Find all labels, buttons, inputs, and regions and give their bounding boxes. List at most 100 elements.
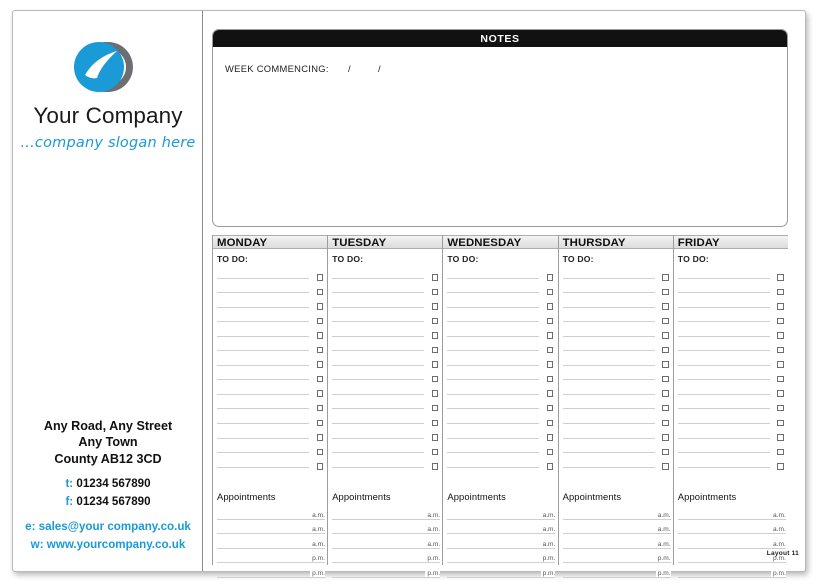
todo-checkbox[interactable]	[777, 303, 784, 310]
todo-checkbox[interactable]	[546, 303, 554, 310]
todo-row[interactable]	[562, 427, 670, 442]
todo-checkbox[interactable]	[431, 274, 439, 281]
todo-checkbox[interactable]	[546, 361, 554, 368]
todo-checkbox[interactable]	[546, 317, 554, 325]
todo-checkbox[interactable]	[546, 288, 554, 296]
appointment-row[interactable]: p.m.	[562, 551, 671, 566]
todo-checkbox[interactable]	[662, 463, 669, 470]
todo-row[interactable]	[562, 383, 670, 398]
appointment-row[interactable]: a.m.	[562, 507, 671, 522]
todo-row[interactable]	[562, 369, 670, 384]
todo-row[interactable]	[447, 456, 554, 471]
todo-checkbox[interactable]	[546, 274, 554, 281]
todo-checkbox[interactable]	[777, 448, 784, 456]
appointment-rows[interactable]: a.m. a.m. a.m. p.m. p.m.	[677, 507, 786, 580]
todo-row[interactable]	[332, 369, 439, 384]
todo-checkbox[interactable]	[662, 317, 669, 325]
todo-checkbox[interactable]	[777, 375, 784, 383]
todo-checkbox[interactable]	[431, 419, 439, 427]
todo-row[interactable]	[562, 311, 670, 326]
todo-checkbox[interactable]	[431, 375, 439, 383]
todo-row[interactable]	[677, 311, 785, 326]
todo-row[interactable]	[677, 442, 785, 457]
todo-checkbox[interactable]	[662, 303, 669, 310]
todo-row[interactable]	[447, 282, 554, 297]
todo-row[interactable]	[677, 383, 785, 398]
todo-checkbox[interactable]	[546, 434, 554, 441]
todo-row[interactable]	[677, 340, 785, 355]
todo-checkbox[interactable]	[431, 390, 439, 397]
todo-checkbox[interactable]	[316, 317, 323, 325]
appointment-row[interactable]: a.m.	[677, 507, 786, 522]
todo-row[interactable]	[332, 325, 439, 340]
todo-row[interactable]	[332, 383, 439, 398]
todo-row[interactable]	[562, 442, 670, 457]
todo-row[interactable]	[677, 369, 785, 384]
todo-row[interactable]	[447, 427, 554, 442]
todo-row[interactable]	[447, 398, 554, 413]
todo-row[interactable]	[677, 456, 785, 471]
todo-row[interactable]	[332, 311, 439, 326]
appointment-rows[interactable]: a.m. a.m. a.m. p.m. p.m.	[332, 507, 441, 580]
todo-checkbox[interactable]	[777, 434, 784, 441]
todo-checkbox[interactable]	[777, 419, 784, 427]
todo-row[interactable]	[217, 296, 324, 311]
todo-row[interactable]	[447, 383, 554, 398]
appointment-row[interactable]: a.m.	[332, 507, 441, 522]
todo-checkbox[interactable]	[546, 332, 554, 339]
appointment-row[interactable]: a.m.	[217, 522, 325, 537]
todo-row[interactable]	[332, 340, 439, 355]
todo-row[interactable]	[562, 296, 670, 311]
todo-row[interactable]	[332, 398, 439, 413]
todo-checkbox[interactable]	[316, 375, 323, 383]
todo-checkbox[interactable]	[316, 361, 323, 368]
todo-checkbox[interactable]	[316, 332, 323, 339]
appointment-row[interactable]: p.m.	[217, 551, 325, 566]
todo-row[interactable]	[447, 267, 554, 282]
appointment-row[interactable]: p.m.	[562, 565, 671, 580]
todo-row[interactable]	[217, 282, 324, 297]
appointment-row[interactable]: p.m.	[332, 565, 441, 580]
todo-checkbox[interactable]	[777, 346, 784, 354]
todo-row[interactable]	[447, 442, 554, 457]
todo-row[interactable]	[217, 412, 324, 427]
todo-checkbox[interactable]	[431, 303, 439, 310]
todo-row[interactable]	[447, 340, 554, 355]
appointment-row[interactable]: a.m.	[562, 522, 671, 537]
appointment-row[interactable]: p.m.	[447, 551, 556, 566]
appointment-rows[interactable]: a.m. a.m. a.m. p.m. p.m.	[217, 507, 325, 580]
todo-row[interactable]	[332, 354, 439, 369]
todo-checkbox[interactable]	[431, 317, 439, 325]
todo-row[interactable]	[562, 282, 670, 297]
appointment-rows[interactable]: a.m. a.m. a.m. p.m. p.m.	[562, 507, 671, 580]
todo-checkbox[interactable]	[777, 404, 784, 412]
appointment-row[interactable]: a.m.	[677, 522, 786, 537]
todo-row[interactable]	[332, 412, 439, 427]
todo-checkbox[interactable]	[546, 463, 554, 470]
todo-row[interactable]	[217, 311, 324, 326]
todo-row[interactable]	[217, 369, 324, 384]
appointment-row[interactable]: a.m.	[217, 507, 325, 522]
todo-checkbox[interactable]	[546, 390, 554, 397]
todo-checkbox[interactable]	[316, 404, 323, 412]
todo-checkbox[interactable]	[777, 274, 784, 281]
appointment-row[interactable]: a.m.	[447, 536, 556, 551]
todo-row[interactable]	[677, 325, 785, 340]
appointment-row[interactable]: a.m.	[332, 522, 441, 537]
todo-rows[interactable]	[447, 267, 554, 471]
todo-row[interactable]	[217, 267, 324, 282]
todo-checkbox[interactable]	[662, 375, 669, 383]
appointment-row[interactable]: a.m.	[332, 536, 441, 551]
todo-rows[interactable]	[332, 267, 439, 471]
todo-checkbox[interactable]	[662, 346, 669, 354]
todo-row[interactable]	[562, 340, 670, 355]
todo-row[interactable]	[447, 325, 554, 340]
todo-checkbox[interactable]	[431, 434, 439, 441]
todo-checkbox[interactable]	[316, 463, 323, 470]
todo-checkbox[interactable]	[546, 346, 554, 354]
todo-checkbox[interactable]	[316, 288, 323, 296]
todo-checkbox[interactable]	[316, 390, 323, 397]
appointment-row[interactable]: p.m.	[332, 551, 441, 566]
appointment-row[interactable]: p.m.	[677, 565, 786, 580]
todo-checkbox[interactable]	[316, 303, 323, 310]
